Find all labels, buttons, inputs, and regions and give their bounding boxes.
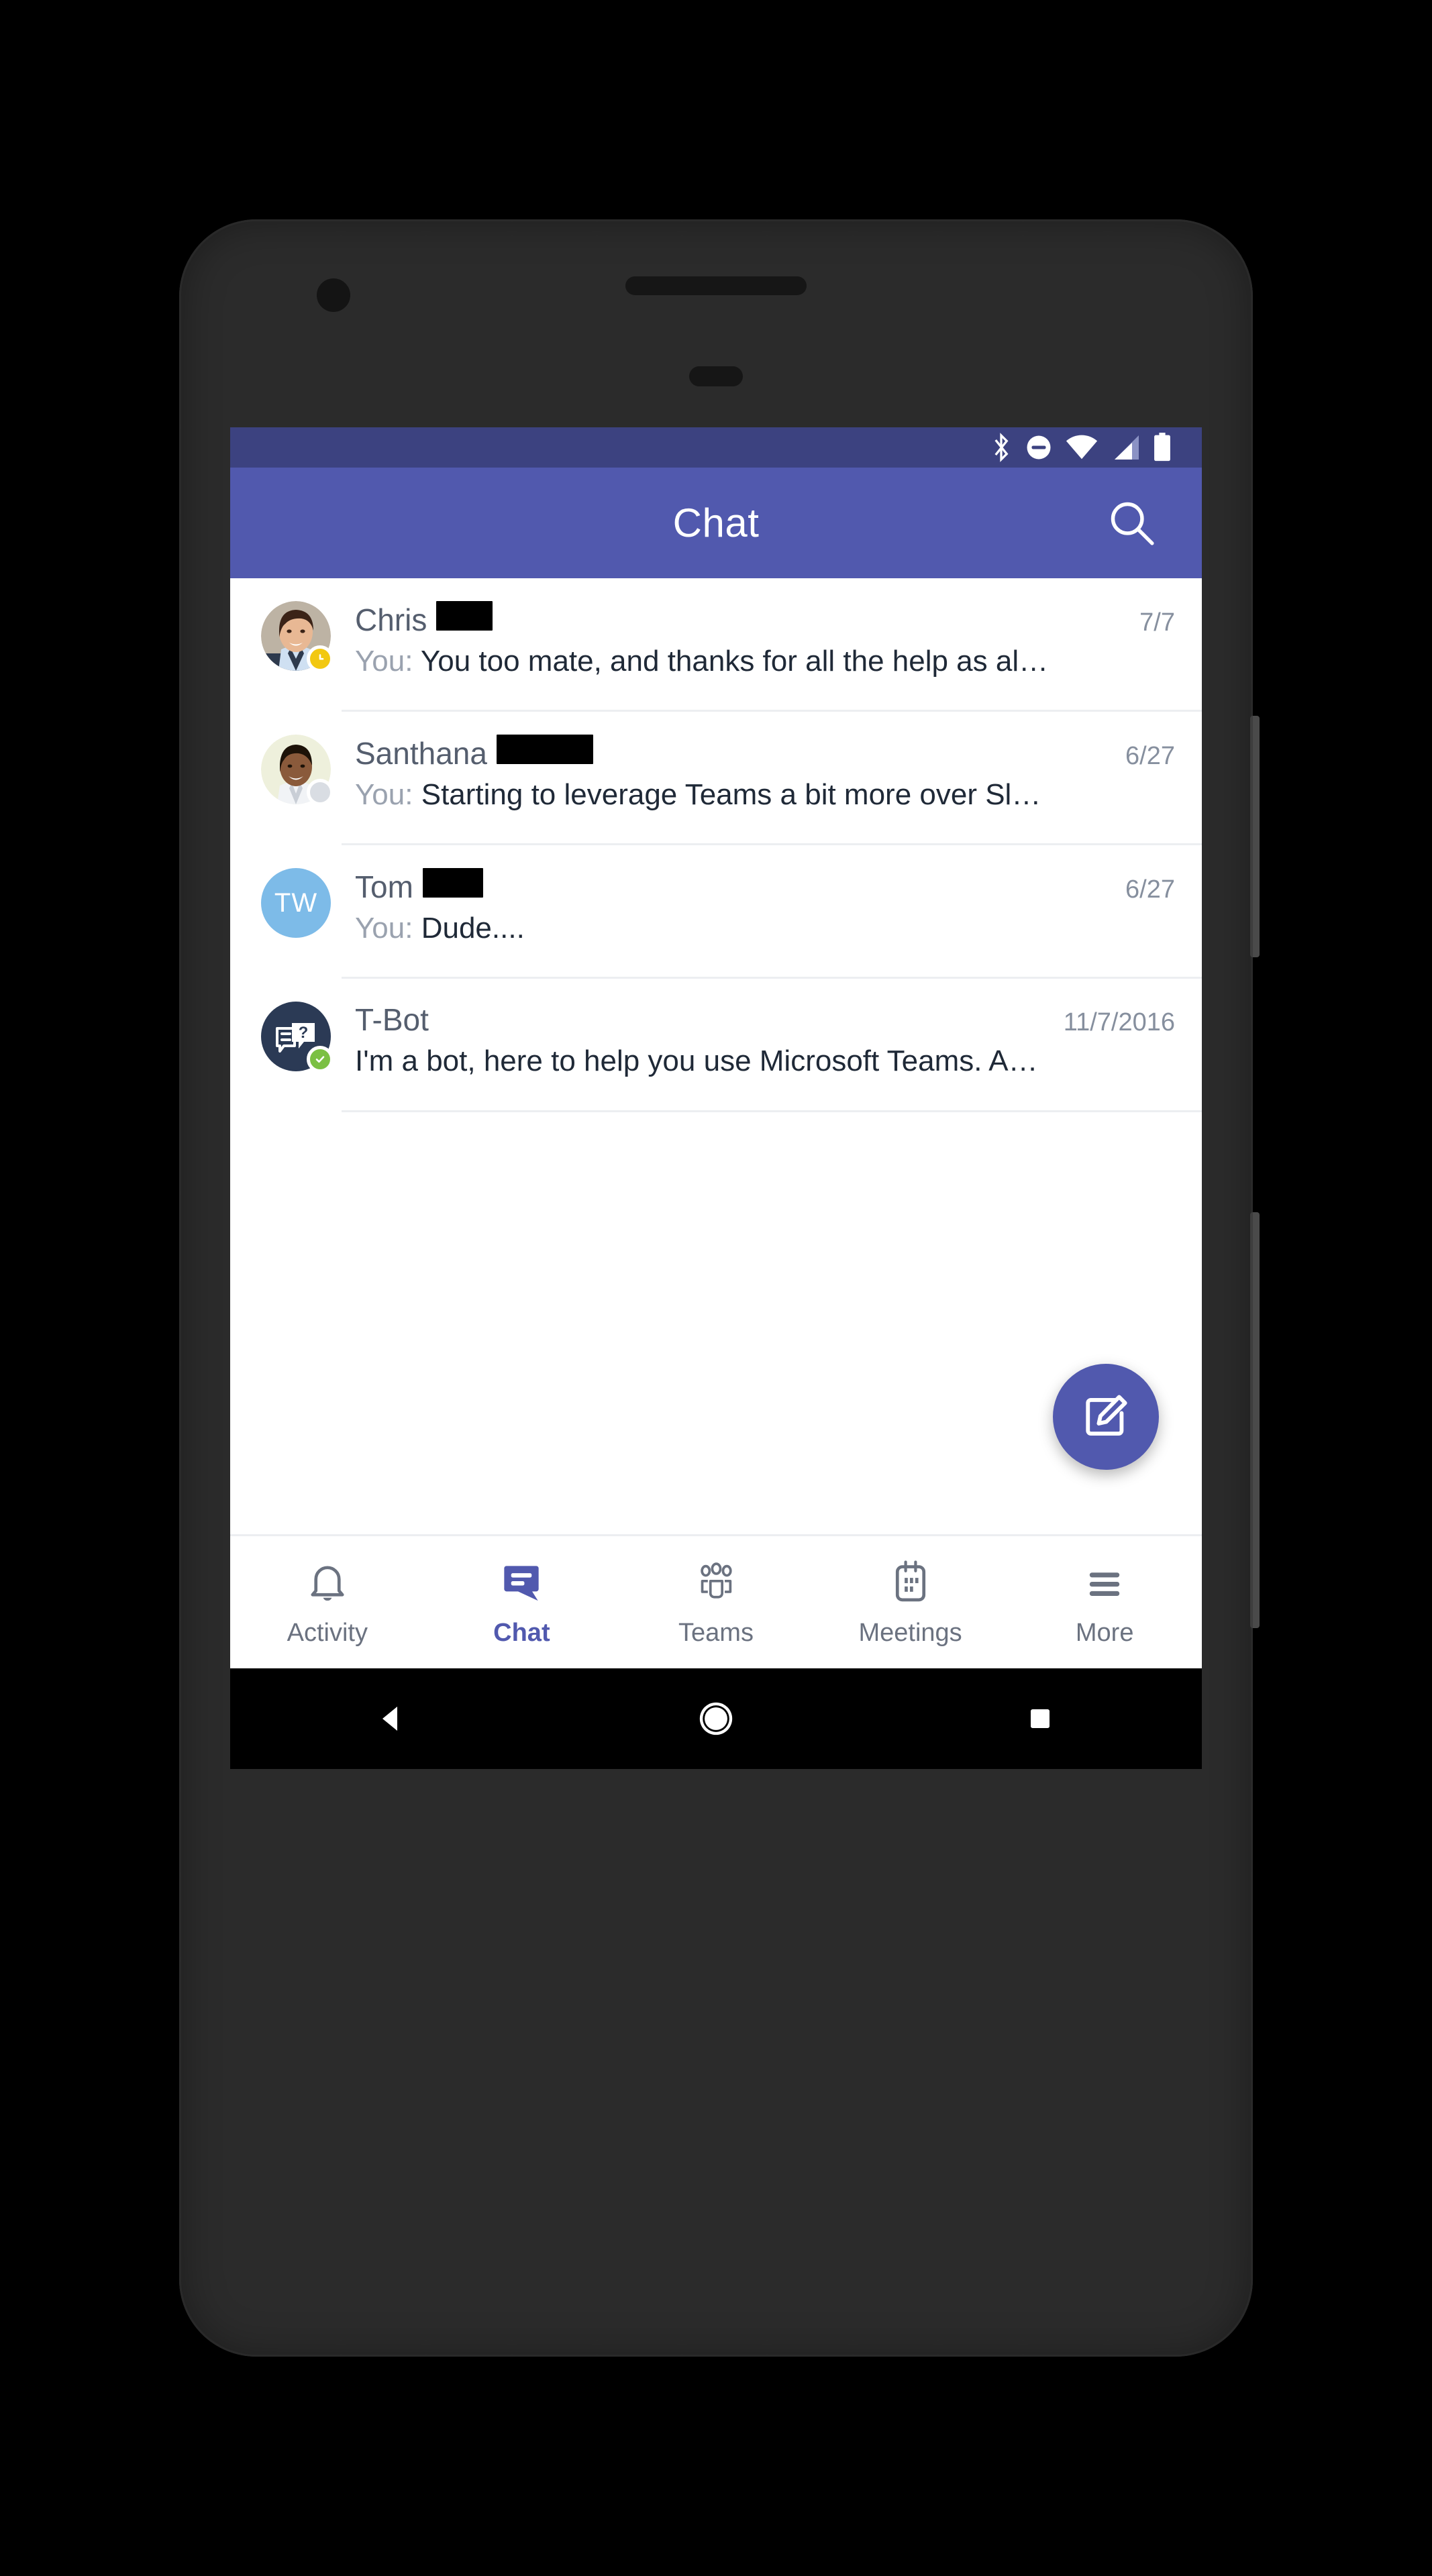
back-button[interactable] xyxy=(230,1668,554,1769)
bell-icon xyxy=(303,1557,352,1608)
preview-text: You too mate, and thanks for all the hel… xyxy=(420,645,1049,678)
chat-item-name: Santhana xyxy=(355,736,487,771)
svg-text:?: ? xyxy=(299,1024,309,1042)
avatar-initials: TW xyxy=(261,868,331,938)
phone-screen: Chat Chris 7/7 You: You too mate, and th… xyxy=(230,427,1202,1769)
home-button[interactable] xyxy=(554,1668,878,1769)
tab-label: Teams xyxy=(678,1619,754,1647)
tab-chat[interactable]: Chat xyxy=(425,1536,619,1668)
compose-icon xyxy=(1086,1395,1127,1436)
preview-text: Starting to leverage Teams a bit more ov… xyxy=(421,778,1041,811)
status-bar xyxy=(230,427,1202,468)
chat-item-preview: You: You too mate, and thanks for all th… xyxy=(355,645,1175,678)
redacted-surname xyxy=(496,735,593,764)
chat-list: Chris 7/7 You: You too mate, and thanks … xyxy=(230,578,1202,1534)
search-icon xyxy=(1111,502,1154,545)
tab-label: Chat xyxy=(493,1619,550,1647)
chat-item-body: Santhana 6/27 You: Starting to leverage … xyxy=(355,735,1202,812)
chat-item-preview: You: Starting to leverage Teams a bit mo… xyxy=(355,778,1175,812)
avatar: TW xyxy=(261,868,331,938)
recents-square-icon xyxy=(1030,1709,1050,1728)
preview-prefix: You: xyxy=(355,645,413,678)
search-button[interactable] xyxy=(1104,495,1160,551)
recents-button[interactable] xyxy=(878,1668,1202,1769)
chat-item-name: Chris xyxy=(355,602,427,637)
chat-item-name: Tom xyxy=(355,869,413,904)
preview-text: I'm a bot, here to help you use Microsof… xyxy=(355,1044,1038,1077)
proximity-sensor xyxy=(689,366,743,386)
presence-badge-away xyxy=(307,645,334,672)
preview-text: Dude.... xyxy=(421,912,525,945)
chat-item-date: 7/7 xyxy=(1139,608,1175,637)
bluetooth-icon xyxy=(994,433,1009,462)
chat-item-name: T-Bot xyxy=(355,1002,429,1037)
chat-list-item[interactable]: ? T-Bot 11/7/2016 I'm a bot, here to hel… xyxy=(230,979,1202,1112)
tab-activity[interactable]: Activity xyxy=(230,1536,425,1668)
do-not-disturb-icon xyxy=(1027,435,1051,460)
preview-prefix: You: xyxy=(355,778,413,811)
app-bar: Chat xyxy=(230,468,1202,578)
earpiece-speaker xyxy=(625,276,807,295)
home-circle-icon xyxy=(699,1702,733,1735)
tab-more[interactable]: More xyxy=(1007,1536,1202,1668)
android-navigation-bar xyxy=(230,1668,1202,1769)
back-triangle-icon xyxy=(382,1707,398,1731)
chat-item-body: Chris 7/7 You: You too mate, and thanks … xyxy=(355,601,1202,678)
list-separator xyxy=(342,1110,1202,1112)
avatar xyxy=(261,601,334,672)
avatar xyxy=(261,735,334,806)
redacted-surname xyxy=(422,868,483,898)
preview-prefix: You: xyxy=(355,912,413,945)
chat-item-date: 11/7/2016 xyxy=(1063,1008,1175,1036)
bottom-navigation: Activity Chat Teams Meetings More xyxy=(230,1534,1202,1668)
chat-icon xyxy=(497,1557,546,1608)
chat-list-item[interactable]: TW Tom 6/27 You: Dude.... xyxy=(230,845,1202,979)
chat-item-preview: I'm a bot, here to help you use Microsof… xyxy=(355,1044,1175,1078)
presence-badge-online xyxy=(307,1046,334,1073)
chat-list-item[interactable]: Chris 7/7 You: You too mate, and thanks … xyxy=(230,578,1202,712)
calendar-icon xyxy=(886,1557,935,1608)
phone-device: Chat Chris 7/7 You: You too mate, and th… xyxy=(179,219,1260,2357)
avatar: ? xyxy=(261,1002,334,1073)
power-button[interactable] xyxy=(1250,716,1260,957)
chat-item-body: Tom 6/27 You: Dude.... xyxy=(355,868,1202,945)
hamburger-icon xyxy=(1080,1557,1129,1608)
chat-list-item[interactable]: Santhana 6/27 You: Starting to leverage … xyxy=(230,712,1202,845)
redacted-surname xyxy=(436,601,493,631)
cellular-signal-icon xyxy=(1115,435,1139,460)
chat-item-preview: You: Dude.... xyxy=(355,912,1175,945)
front-camera-icon xyxy=(317,278,350,312)
tab-label: Meetings xyxy=(858,1619,962,1647)
chat-item-date: 6/27 xyxy=(1125,875,1175,904)
people-icon xyxy=(691,1557,741,1608)
volume-button[interactable] xyxy=(1250,1212,1260,1628)
compose-chat-fab[interactable] xyxy=(1053,1364,1159,1470)
chat-item-date: 6/27 xyxy=(1125,742,1175,770)
tab-teams[interactable]: Teams xyxy=(619,1536,813,1668)
tab-meetings[interactable]: Meetings xyxy=(813,1536,1008,1668)
tab-label: Activity xyxy=(287,1619,368,1647)
wifi-icon xyxy=(1066,435,1098,460)
chat-item-body: T-Bot 11/7/2016 I'm a bot, here to help … xyxy=(355,1002,1202,1078)
tab-label: More xyxy=(1075,1619,1134,1647)
presence-badge-offline xyxy=(307,779,334,806)
battery-icon xyxy=(1154,433,1170,462)
page-title: Chat xyxy=(672,500,760,545)
